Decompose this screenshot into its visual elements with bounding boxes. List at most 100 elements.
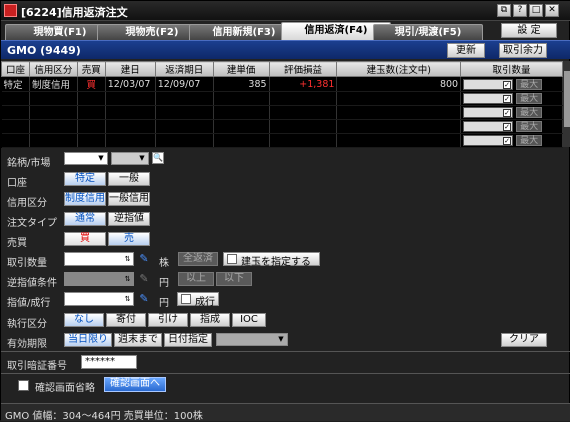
quantity-input[interactable]: ⇅ (64, 252, 134, 266)
maximize-icon[interactable]: □ (529, 4, 543, 17)
cell-trade-qty: ✓ 最大 (460, 105, 563, 120)
col-pl[interactable]: 評価損益 (268, 61, 338, 77)
window-title: [6224]信用返済注文 (21, 6, 128, 19)
return-all-button[interactable]: 全返済 (178, 252, 218, 266)
cell-due-date: 12/09/07 (155, 76, 214, 92)
cell-trade-qty: ✓ 最大 (460, 119, 563, 134)
max-button[interactable]: 最大 (516, 93, 543, 104)
table-row: ✓ 最大 (1, 133, 563, 148)
col-trade-qty[interactable]: 取引数量 (460, 61, 563, 77)
cell-side: 買 (77, 76, 106, 92)
search-icon[interactable]: 🔍 (152, 152, 164, 164)
max-button[interactable]: 最大 (516, 107, 543, 118)
spinner-icon[interactable]: ⇅ (123, 254, 132, 264)
spinner-icon[interactable]: ⇅ (123, 274, 132, 284)
specify-position-button[interactable]: 建玉を指定する (223, 252, 320, 268)
market-select[interactable]: ▼ (111, 152, 149, 165)
col-side[interactable]: 売買 (76, 61, 106, 77)
above-button[interactable]: 以上 (178, 272, 214, 286)
confirm-button[interactable]: 確認画面へ (104, 377, 166, 392)
check-icon: ✓ (503, 137, 512, 145)
credit-type-label: 信用区分 (7, 198, 47, 209)
buying-power-button[interactable]: 取引余力 (499, 43, 547, 58)
close-icon[interactable]: ✕ (545, 4, 559, 17)
col-open-date[interactable]: 建日 (104, 61, 156, 77)
pin-input[interactable]: ****** (81, 355, 137, 369)
divider (1, 373, 570, 374)
col-quantity[interactable]: 建玉数(注文中) (336, 61, 462, 77)
pencil-icon[interactable]: ✎ (138, 293, 150, 305)
exec-close-button[interactable]: 引け (148, 313, 188, 327)
cell-quantity: 800 (336, 76, 462, 92)
order-normal-button[interactable]: 通常 (64, 212, 106, 226)
exec-funari-button[interactable]: 指成 (190, 313, 230, 327)
skip-confirm-label: 確認画面省略 (35, 383, 95, 394)
specify-position-checkbox[interactable] (227, 254, 237, 264)
valid-date-button[interactable]: 日付指定 (164, 333, 212, 347)
check-icon: ✓ (503, 123, 512, 131)
pencil-icon[interactable]: ✎ (138, 273, 150, 285)
settings-button[interactable]: 設 定 (501, 23, 557, 38)
clear-button[interactable]: クリア (501, 333, 547, 347)
credit-standard-button[interactable]: 制度信用 (64, 192, 106, 206)
date-select[interactable]: ▼ (216, 333, 288, 346)
help-icon[interactable]: ? (513, 4, 527, 17)
col-due-date[interactable]: 返済期日 (154, 61, 214, 77)
table-row: ✓ 最大 (1, 119, 563, 134)
market-order-checkbox[interactable] (181, 294, 191, 304)
order-stop-button[interactable]: 逆指値 (108, 212, 150, 226)
stop-yen-unit: 円 (159, 278, 169, 289)
app-icon (4, 4, 17, 17)
order-window: [6224]信用返済注文 ⧉ ? □ ✕ 現物買(F1) 現物売(F2) 信用新… (0, 0, 570, 422)
valid-today-button[interactable]: 当日限り (64, 333, 112, 347)
divider (1, 351, 570, 352)
exec-ioc-button[interactable]: IOC (232, 313, 266, 327)
exec-open-button[interactable]: 寄付 (106, 313, 146, 327)
order-type-label: 注文タイプ (7, 218, 57, 229)
max-button[interactable]: 最大 (516, 121, 543, 132)
detach-icon[interactable]: ⧉ (497, 4, 511, 17)
pencil-icon[interactable]: ✎ (138, 253, 150, 265)
side-sell-button[interactable]: 売 (108, 232, 150, 246)
market-order-button[interactable]: 成行 (177, 292, 219, 308)
credit-general-button[interactable]: 一般信用 (108, 192, 150, 206)
below-button[interactable]: 以下 (216, 272, 252, 286)
col-account[interactable]: 口座 (1, 61, 30, 77)
spinner-icon[interactable]: ⇅ (123, 294, 132, 304)
status-bar: GMO 値幅：304〜464円 売買単位：100株 (1, 403, 570, 422)
trade-qty-input[interactable]: ✓ (463, 135, 514, 146)
limit-price-input[interactable]: ⇅ (64, 292, 134, 306)
table-row: ✓ 最大 (1, 105, 563, 120)
exec-none-button[interactable]: なし (64, 313, 104, 327)
trade-qty-input[interactable]: ✓ (463, 107, 514, 118)
account-tokutei-button[interactable]: 特定 (64, 172, 106, 186)
side-label: 売買 (7, 238, 27, 249)
stop-price-input[interactable]: ⇅ (64, 272, 134, 286)
trade-qty-input[interactable]: ✓ (463, 121, 514, 132)
stock-header: GMO (9449) 更新 取引余力 (1, 40, 570, 59)
pin-label: 取引暗証番号 (7, 361, 67, 372)
side-buy-button[interactable]: 買 (64, 232, 106, 246)
table-row[interactable]: 特定 制度信用 買 12/03/07 12/09/07 385 +1,381 8… (1, 76, 563, 92)
col-price[interactable]: 建単価 (212, 61, 270, 77)
trade-qty-input[interactable]: ✓ (463, 78, 514, 90)
skip-confirm-checkbox[interactable] (18, 380, 29, 391)
col-credit-type[interactable]: 信用区分 (28, 61, 78, 77)
table-header: 口座 信用区分 売買 建日 返済期日 建単価 評価損益 建玉数(注文中) 取引数… (1, 61, 563, 77)
tab-delivery[interactable]: 現引/現渡(F5) (373, 24, 483, 40)
table-scrollbar[interactable] (563, 61, 570, 147)
account-general-button[interactable]: 一般 (108, 172, 150, 186)
validity-label: 有効期限 (7, 339, 47, 350)
cell-trade-qty: ✓ 最大 (460, 76, 563, 92)
max-button[interactable]: 最大 (516, 78, 543, 90)
quantity-label: 取引数量 (7, 258, 47, 269)
scrollbar-thumb[interactable] (564, 71, 570, 127)
chevron-down-icon: ▼ (278, 335, 284, 343)
check-icon: ✓ (503, 109, 512, 117)
valid-week-button[interactable]: 週末まで (114, 333, 162, 347)
trade-qty-input[interactable]: ✓ (463, 93, 514, 104)
max-button[interactable]: 最大 (516, 135, 543, 146)
chevron-down-icon: ▼ (98, 154, 104, 162)
brand-select[interactable]: ▼ (64, 152, 108, 165)
refresh-button[interactable]: 更新 (447, 43, 485, 58)
